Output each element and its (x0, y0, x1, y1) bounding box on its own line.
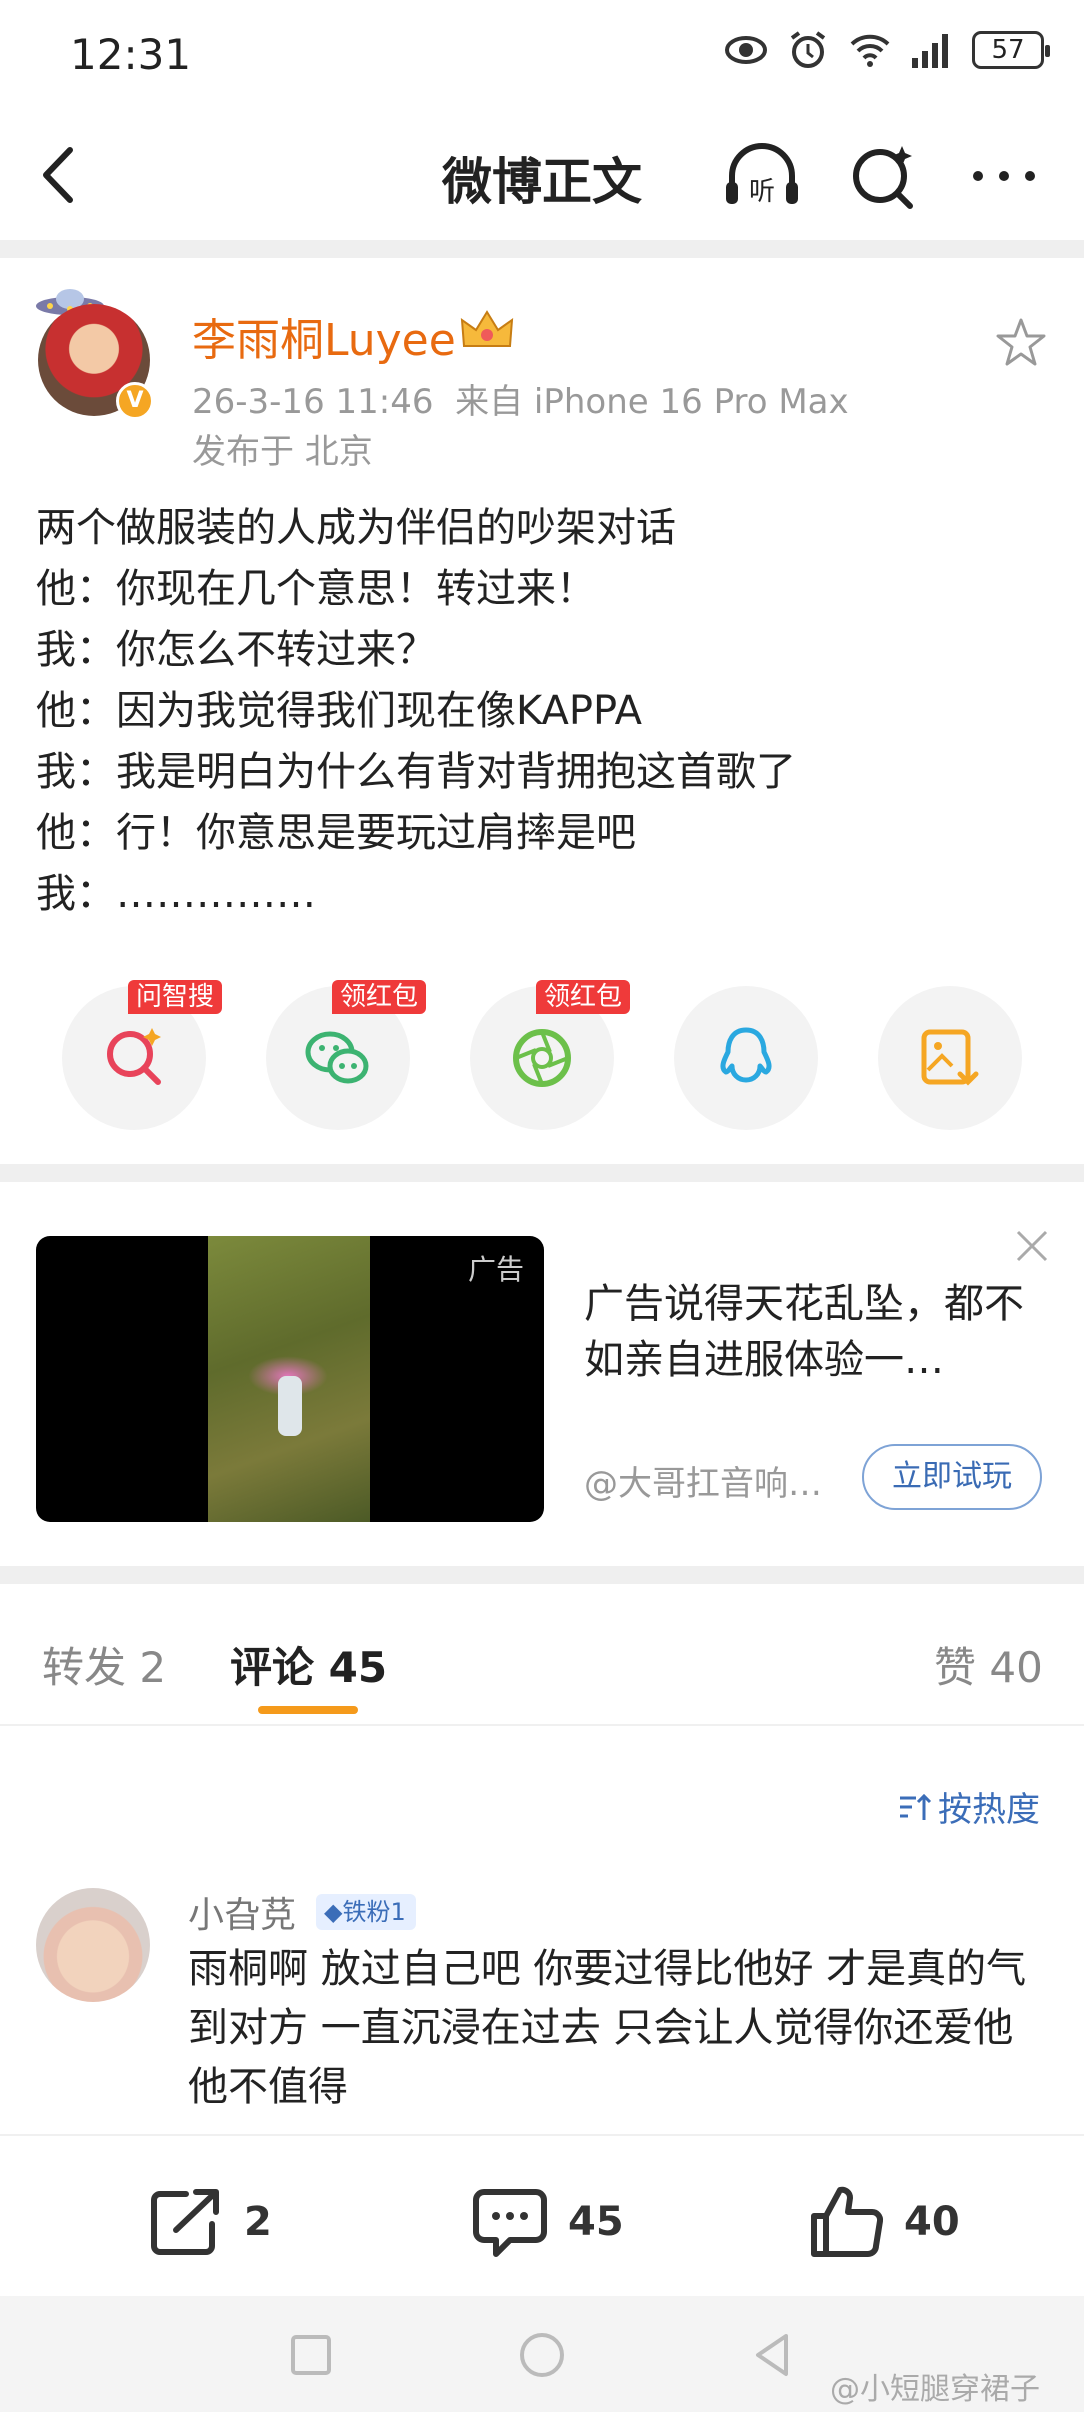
post-location: 发布于 北京 (192, 432, 373, 472)
status-icons: 57 (724, 30, 1050, 70)
repost-button[interactable]: 2 (146, 2184, 272, 2260)
verified-badge-icon: V (116, 382, 154, 420)
ad-label: 广告 (467, 1253, 524, 1286)
share-tag: 领红包 (536, 980, 631, 1014)
commenter-name[interactable]: 小旮莌 (188, 1886, 296, 1938)
nav-bar: 微博正文 听 (0, 110, 1084, 240)
listen-headphones-icon[interactable]: 听 (722, 140, 802, 210)
diamond-icon: ◆ (324, 1898, 343, 1926)
share-qq-button[interactable] (674, 986, 818, 1130)
favorite-star-icon[interactable] (994, 316, 1048, 370)
post-timestamp: 26-3-16 11:46 (192, 382, 434, 422)
share-tag: 问智搜 (128, 980, 223, 1014)
alarm-icon (790, 31, 826, 68)
sort-icon (900, 1793, 932, 1820)
tab-comment[interactable]: 评论 45 (230, 1634, 387, 1695)
share-save-image-button[interactable] (878, 986, 1022, 1130)
section-divider (0, 1164, 1084, 1182)
qq-penguin-icon (720, 1027, 772, 1083)
interaction-tabs: 转发 2 评论 45 赞 40 (0, 1594, 1084, 1724)
moments-aperture-icon (513, 1029, 571, 1087)
vip-crown-icon[interactable] (458, 308, 516, 354)
tab-repost[interactable]: 转发 2 (42, 1634, 166, 1695)
post-line: 我：我是明白为什么有背对背拥抱这首歌了 (36, 749, 796, 795)
signal-icon (912, 34, 948, 68)
author-avatar-wrap[interactable]: V (32, 282, 160, 422)
close-icon[interactable] (1014, 1228, 1050, 1264)
post-source: 来自 iPhone 16 Pro Max (455, 382, 849, 422)
like-button[interactable]: 40 (806, 2184, 960, 2260)
post-line: 他：因为我觉得我们现在像KAPPA (36, 688, 642, 734)
ad-text[interactable]: 广告说得天花乱坠，都不如亲自进服体验一… (584, 1276, 1054, 1388)
ad-game-image (208, 1236, 370, 1522)
comment-bubble-icon (473, 2189, 547, 2257)
fan-badge-label: 铁粉1 (342, 1898, 406, 1926)
ad-character (278, 1376, 302, 1436)
fan-badge: ◆铁粉1 (316, 1894, 416, 1930)
wechat-icon (305, 1031, 369, 1084)
post-line: 两个做服装的人成为伴侣的吵架对话 (36, 505, 676, 551)
divider (0, 1724, 1084, 1726)
repost-share-icon (151, 2189, 219, 2255)
share-row: 问智搜 领红包 领红包 (62, 980, 1022, 1130)
post-meta-time-source: 26-3-16 11:46 来自 iPhone 16 Pro Max (192, 374, 849, 423)
comment-count: 45 (568, 2199, 624, 2245)
status-bar: 12:31 57 (0, 0, 1084, 110)
listen-label: 听 (749, 177, 775, 207)
more-icon[interactable] (964, 140, 1044, 210)
repost-count: 2 (244, 2199, 272, 2245)
sort-label: 按热度 (938, 1790, 1040, 1830)
sort-by-hot-button[interactable]: 按热度 (898, 1782, 1040, 1831)
post-line: 我：…………… (36, 871, 316, 917)
save-image-icon (921, 1029, 979, 1086)
author-name[interactable]: 李雨桐Luyee (192, 304, 456, 368)
comment-text[interactable]: 雨桐啊 放过自己吧 你要过得比他好 才是真的气到对方 一直沉浸在过去 只会让人觉… (188, 1940, 1048, 2117)
like-count: 40 (904, 2199, 960, 2245)
share-tag: 领红包 (332, 980, 427, 1014)
section-divider (0, 240, 1084, 258)
wifi-icon (850, 34, 890, 67)
post-body: 两个做服装的人成为伴侣的吵架对话 他：你现在几个意思！转过来！ 我：你怎么不转过… (36, 498, 1036, 925)
home-circle-icon[interactable] (517, 2330, 567, 2380)
post-line: 他：你现在几个意思！转过来！ (36, 566, 596, 612)
ad-video-thumbnail[interactable]: 广告 (36, 1236, 544, 1522)
ad-source[interactable]: @大哥扛音响… (584, 1456, 822, 1505)
tab-like[interactable]: 赞 40 (934, 1634, 1043, 1695)
comment-button[interactable]: 45 (470, 2184, 624, 2260)
watermark: @小短腿穿裙子 (830, 2372, 1040, 2407)
section-divider (0, 1566, 1084, 1584)
back-triangle-icon[interactable] (748, 2330, 798, 2380)
recents-square-icon[interactable] (286, 2330, 336, 2380)
tab-active-indicator (258, 1706, 358, 1714)
battery-indicator: 57 (972, 31, 1050, 69)
post-line: 他：行！你意思是要玩过肩摔是吧 (36, 810, 636, 856)
eye-icon (725, 36, 767, 64)
post-line: 我：你怎么不转过来？ (36, 627, 436, 673)
thumbs-up-icon (811, 2186, 884, 2257)
status-time: 12:31 (70, 30, 192, 79)
ad-try-now-button[interactable]: 立即试玩 (862, 1444, 1042, 1510)
commenter-avatar[interactable] (36, 1888, 150, 2002)
search-sparkle-icon[interactable] (844, 140, 924, 210)
bottom-action-bar: 2 45 40 (0, 2134, 1084, 2294)
ai-search-icon (107, 1028, 161, 1085)
